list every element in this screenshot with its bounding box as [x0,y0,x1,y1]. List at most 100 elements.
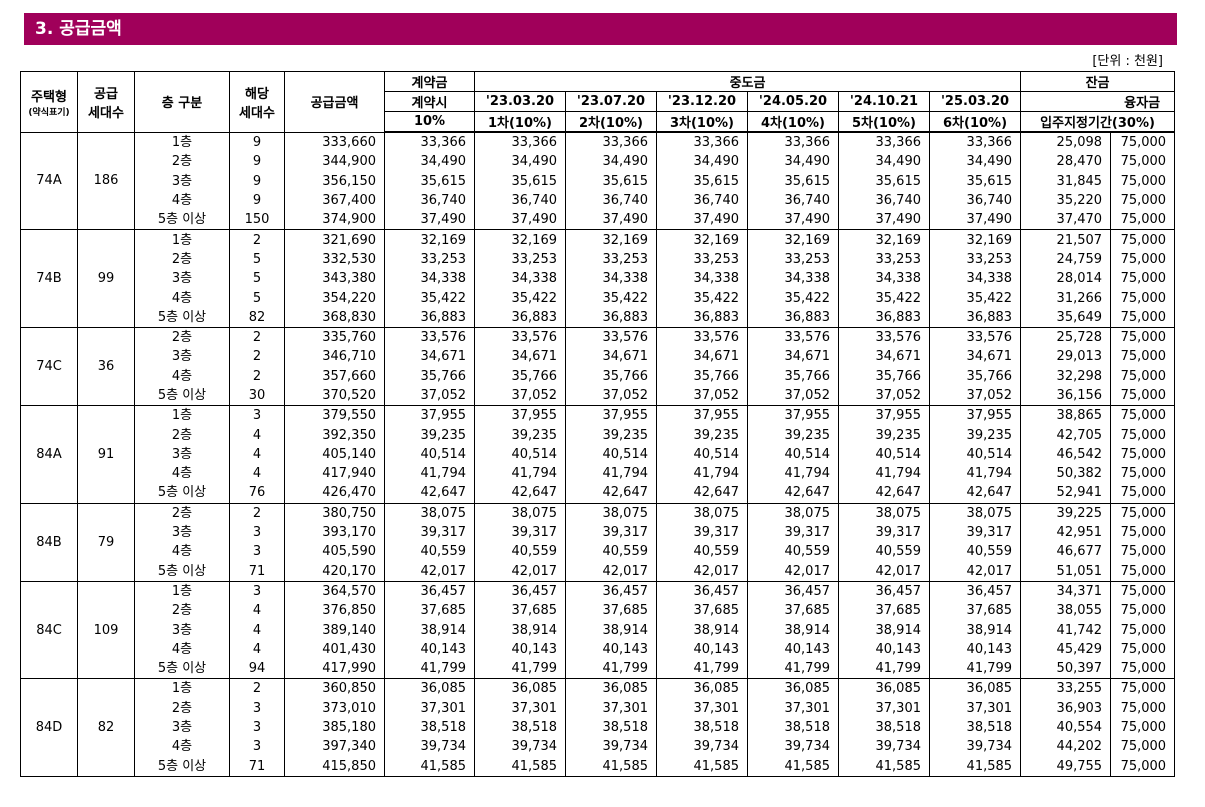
table-body: 74A 186 1층 9 333,660 33,366 33,366 33,366 33,366… [20,131,1176,777]
middle-payment-cell: 35,615 [928,171,1022,191]
contract-cell: 39,235 [384,425,475,445]
loan-cell: 75,000 [1110,502,1176,523]
middle-payment-cell: 36,085 [747,678,839,699]
middle-payment-cell: 40,143 [656,639,748,660]
middle-payment-cell: 37,685 [928,601,1022,621]
middle-payment-cell: 35,615 [747,171,839,191]
loan-cell: 75,000 [1110,307,1176,328]
header-contract: 계약금 [384,71,475,92]
units-cell: 2 [229,347,285,367]
move-in-balance-cell: 24,759 [1020,249,1112,270]
middle-payment-cell: 39,235 [565,425,657,445]
loan-cell: 75,000 [1110,405,1176,426]
middle-payment-cell: 35,766 [838,366,930,386]
move-in-balance-cell: 40,554 [1020,717,1112,738]
middle-payment-cell: 35,766 [474,366,566,386]
middle-payment-cell: 33,253 [838,249,930,270]
header-middle-round: 6차(10%) [928,111,1022,133]
contract-cell: 35,422 [384,288,475,308]
floor-cell: 2층 [134,326,230,348]
middle-payment-cell: 41,794 [565,464,657,484]
floor-cell: 3층 [134,717,230,738]
contract-cell: 39,734 [384,737,475,757]
table-row: 4층 3 397,340 39,734 39,734 39,734 39,734 39,734… [21,737,1176,757]
middle-payment-cell: 41,794 [474,464,566,484]
floor-cell: 3층 [134,269,230,289]
units-cell: 71 [229,756,285,777]
contract-cell: 35,766 [384,366,475,386]
table-row: 84C 109 1층 3 364,570 36,457 36,457 36,457 36,457… [20,580,1176,680]
middle-payment-cell: 39,235 [747,425,839,445]
supply-units-cell: 109 [77,580,135,680]
header-middle-date: '23.12.20 [656,91,748,112]
header-house-type: 주택형 (약식표기) [20,71,78,133]
middle-payment-cell: 36,740 [656,190,748,211]
move-in-balance-cell: 36,156 [1020,385,1112,406]
supply-price-table: 주택형 (약식표기) 공급 세대수 층 구분 해당 세대수 공급금액 계약금 중… [20,71,1176,777]
table-row: 4층 3 405,590 40,559 40,559 40,559 40,559 40,559… [21,542,1176,562]
floor-cell: 2층 [134,249,230,270]
table-row: 2층 3 373,010 37,301 37,301 37,301 37,301 37,301… [21,698,1176,718]
middle-payment-cell: 36,883 [474,307,566,328]
contract-cell: 40,559 [384,542,475,562]
move-in-balance-cell: 37,470 [1020,210,1112,230]
contract-cell: 38,075 [384,502,475,523]
price-cell: 343,380 [284,269,385,289]
middle-payment-cell: 33,366 [928,131,1022,153]
middle-payment-cell: 35,615 [838,171,930,191]
middle-payment-cell: 34,490 [474,152,566,172]
loan-cell: 75,000 [1110,756,1176,777]
move-in-balance-cell: 29,013 [1020,347,1112,367]
units-cell: 9 [229,190,285,211]
middle-payment-cell: 37,052 [474,385,566,406]
floor-cell: 4층 [134,464,230,484]
middle-payment-cell: 34,490 [838,152,930,172]
middle-payment-cell: 42,647 [928,483,1022,504]
middle-payment-cell: 40,514 [838,444,930,465]
move-in-balance-cell: 31,845 [1020,171,1112,191]
middle-payment-cell: 34,671 [474,347,566,367]
contract-cell: 37,301 [384,698,475,718]
middle-payment-cell: 39,235 [656,425,748,445]
middle-payment-cell: 39,317 [656,522,748,543]
contract-cell: 34,490 [384,152,475,172]
supply-units-cell: 82 [77,678,135,777]
units-cell: 5 [229,269,285,289]
contract-cell: 40,514 [384,444,475,465]
move-in-balance-cell: 50,397 [1020,659,1112,679]
middle-payment-cell: 38,914 [838,620,930,640]
middle-payment-cell: 36,457 [838,580,930,602]
middle-payment-cell: 40,559 [565,542,657,562]
contract-cell: 42,647 [384,483,475,504]
middle-payment-cell: 37,301 [838,698,930,718]
house-type-cell: 84A [20,405,78,504]
floor-cell: 4층 [134,639,230,660]
middle-payment-cell: 38,518 [656,717,748,738]
middle-payment-cell: 34,338 [838,269,930,289]
floor-cell: 5층 이상 [134,483,230,504]
table-row: 3층 4 405,140 40,514 40,514 40,514 40,514 40,514… [21,444,1176,465]
middle-payment-cell: 39,235 [928,425,1022,445]
table-row: 3층 3 393,170 39,317 39,317 39,317 39,317 39,317… [21,522,1176,543]
loan-cell: 75,000 [1110,698,1176,718]
price-cell: 389,140 [284,620,385,640]
loan-cell: 75,000 [1110,152,1176,172]
middle-payment-cell: 37,490 [928,210,1022,230]
contract-cell: 42,017 [384,561,475,582]
middle-payment-cell: 37,685 [474,601,566,621]
middle-payment-cell: 34,338 [656,269,748,289]
price-cell: 367,400 [284,190,385,211]
header-balance: 잔금 [1020,71,1176,92]
middle-payment-cell: 38,914 [565,620,657,640]
middle-payment-cell: 39,235 [838,425,930,445]
loan-cell: 75,000 [1110,269,1176,289]
price-cell: 417,940 [284,464,385,484]
move-in-balance-cell: 34,371 [1020,580,1112,602]
middle-payment-cell: 41,799 [474,659,566,679]
section-title: 3. 공급금액 [24,13,1177,45]
middle-payment-cell: 34,338 [474,269,566,289]
middle-payment-cell: 39,734 [656,737,748,757]
table-row: 2층 4 392,350 39,235 39,235 39,235 39,235 39,235… [21,425,1176,445]
loan-cell: 75,000 [1110,131,1176,153]
loan-cell: 75,000 [1110,210,1176,230]
